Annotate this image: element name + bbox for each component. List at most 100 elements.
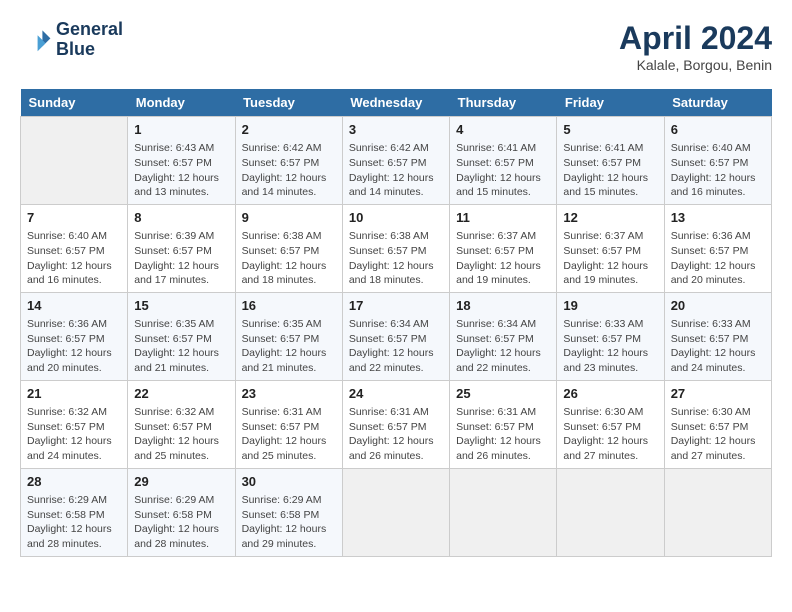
day-number: 12 — [563, 209, 657, 227]
day-info: Sunrise: 6:38 AM Sunset: 6:57 PM Dayligh… — [242, 229, 336, 288]
calendar-cell: 27Sunrise: 6:30 AM Sunset: 6:57 PM Dayli… — [664, 380, 771, 468]
calendar-cell: 20 Sunrise: 6:33 AM Sunset: 6:57 PM Dayli… — [664, 292, 771, 380]
calendar-cell: 11 Sunrise: 6:37 AM Sunset: 6:57 PM Dayli… — [450, 204, 557, 292]
day-info: Sunrise: 6:40 AM Sunset: 6:57 PM Dayligh… — [671, 141, 765, 200]
calendar-cell: 13 Sunrise: 6:36 AM Sunset: 6:57 PM Dayli… — [664, 204, 771, 292]
calendar-cell: 8 Sunrise: 6:39 AM Sunset: 6:57 PM Daylig… — [128, 204, 235, 292]
day-number: 15 — [134, 297, 228, 315]
calendar-cell: 4 Sunrise: 6:41 AM Sunset: 6:57 PM Daylig… — [450, 117, 557, 205]
day-info: Sunrise: 6:41 AM Sunset: 6:57 PM Dayligh… — [456, 141, 550, 200]
calendar-header-row: SundayMondayTuesdayWednesdayThursdayFrid… — [21, 89, 772, 117]
day-info: Sunrise: 6:37 AM Sunset: 6:57 PM Dayligh… — [456, 229, 550, 288]
day-number: 13 — [671, 209, 765, 227]
calendar-cell: 6 Sunrise: 6:40 AM Sunset: 6:57 PM Daylig… — [664, 117, 771, 205]
day-number: 21 — [27, 385, 121, 403]
day-number: 11 — [456, 209, 550, 227]
day-info: Sunrise: 6:33 AM Sunset: 6:57 PM Dayligh… — [563, 317, 657, 376]
day-number: 9 — [242, 209, 336, 227]
day-info: Sunrise: 6:29 AM Sunset: 6:58 PM Dayligh… — [27, 493, 121, 552]
day-info: Sunrise: 6:35 AM Sunset: 6:57 PM Dayligh… — [134, 317, 228, 376]
day-number: 6 — [671, 121, 765, 139]
calendar-cell: 15 Sunrise: 6:35 AM Sunset: 6:57 PM Dayli… — [128, 292, 235, 380]
day-number: 7 — [27, 209, 121, 227]
day-info: Sunrise: 6:32 AM Sunset: 6:57 PM Dayligh… — [134, 405, 228, 464]
day-info: Sunrise: 6:31 AM Sunset: 6:57 PM Dayligh… — [349, 405, 443, 464]
calendar-cell: 3 Sunrise: 6:42 AM Sunset: 6:57 PM Daylig… — [342, 117, 449, 205]
day-info: Sunrise: 6:29 AM Sunset: 6:58 PM Dayligh… — [134, 493, 228, 552]
calendar-cell — [557, 468, 664, 556]
calendar-cell — [664, 468, 771, 556]
calendar-cell — [21, 117, 128, 205]
calendar-week-5: 28 Sunrise: 6:29 AM Sunset: 6:58 PM Dayli… — [21, 468, 772, 556]
calendar-cell: 21 Sunrise: 6:32 AM Sunset: 6:57 PM Dayli… — [21, 380, 128, 468]
day-info: Sunrise: 6:40 AM Sunset: 6:57 PM Dayligh… — [27, 229, 121, 288]
day-info: Sunrise: 6:42 AM Sunset: 6:57 PM Dayligh… — [242, 141, 336, 200]
calendar-cell: 2 Sunrise: 6:42 AM Sunset: 6:57 PM Daylig… — [235, 117, 342, 205]
calendar-cell: 9 Sunrise: 6:38 AM Sunset: 6:57 PM Daylig… — [235, 204, 342, 292]
calendar-cell — [342, 468, 449, 556]
day-info: Sunrise: 6:41 AM Sunset: 6:57 PM Dayligh… — [563, 141, 657, 200]
logo-text: General Blue — [56, 20, 123, 60]
header-day-sunday: Sunday — [21, 89, 128, 117]
calendar-cell: 17 Sunrise: 6:34 AM Sunset: 6:57 PM Dayli… — [342, 292, 449, 380]
calendar-cell: 1Sunrise: 6:43 AM Sunset: 6:57 PM Daylig… — [128, 117, 235, 205]
calendar-cell: 23 Sunrise: 6:31 AM Sunset: 6:57 PM Dayli… — [235, 380, 342, 468]
day-number: 29 — [134, 473, 228, 491]
day-number: 17 — [349, 297, 443, 315]
calendar-week-4: 21 Sunrise: 6:32 AM Sunset: 6:57 PM Dayli… — [21, 380, 772, 468]
calendar-cell: 16 Sunrise: 6:35 AM Sunset: 6:57 PM Dayli… — [235, 292, 342, 380]
day-info: Sunrise: 6:36 AM Sunset: 6:57 PM Dayligh… — [27, 317, 121, 376]
header-day-friday: Friday — [557, 89, 664, 117]
day-number: 26 — [563, 385, 657, 403]
day-number: 22 — [134, 385, 228, 403]
calendar-cell: 12 Sunrise: 6:37 AM Sunset: 6:57 PM Dayli… — [557, 204, 664, 292]
day-info: Sunrise: 6:34 AM Sunset: 6:57 PM Dayligh… — [349, 317, 443, 376]
day-info: Sunrise: 6:39 AM Sunset: 6:57 PM Dayligh… — [134, 229, 228, 288]
day-number: 3 — [349, 121, 443, 139]
day-number: 4 — [456, 121, 550, 139]
calendar-cell: 5Sunrise: 6:41 AM Sunset: 6:57 PM Daylig… — [557, 117, 664, 205]
day-number: 8 — [134, 209, 228, 227]
calendar-cell: 18Sunrise: 6:34 AM Sunset: 6:57 PM Dayli… — [450, 292, 557, 380]
day-info: Sunrise: 6:31 AM Sunset: 6:57 PM Dayligh… — [456, 405, 550, 464]
month-year: April 2024 — [619, 20, 772, 57]
day-info: Sunrise: 6:34 AM Sunset: 6:57 PM Dayligh… — [456, 317, 550, 376]
day-number: 30 — [242, 473, 336, 491]
calendar-cell: 19Sunrise: 6:33 AM Sunset: 6:57 PM Dayli… — [557, 292, 664, 380]
day-number: 16 — [242, 297, 336, 315]
calendar-cell: 24Sunrise: 6:31 AM Sunset: 6:57 PM Dayli… — [342, 380, 449, 468]
calendar-table: SundayMondayTuesdayWednesdayThursdayFrid… — [20, 89, 772, 557]
day-number: 20 — [671, 297, 765, 315]
calendar-cell: 25Sunrise: 6:31 AM Sunset: 6:57 PM Dayli… — [450, 380, 557, 468]
day-info: Sunrise: 6:32 AM Sunset: 6:57 PM Dayligh… — [27, 405, 121, 464]
day-info: Sunrise: 6:31 AM Sunset: 6:57 PM Dayligh… — [242, 405, 336, 464]
day-info: Sunrise: 6:29 AM Sunset: 6:58 PM Dayligh… — [242, 493, 336, 552]
day-info: Sunrise: 6:33 AM Sunset: 6:57 PM Dayligh… — [671, 317, 765, 376]
day-info: Sunrise: 6:36 AM Sunset: 6:57 PM Dayligh… — [671, 229, 765, 288]
day-info: Sunrise: 6:35 AM Sunset: 6:57 PM Dayligh… — [242, 317, 336, 376]
header-day-wednesday: Wednesday — [342, 89, 449, 117]
calendar-body: 1Sunrise: 6:43 AM Sunset: 6:57 PM Daylig… — [21, 117, 772, 557]
calendar-week-1: 1Sunrise: 6:43 AM Sunset: 6:57 PM Daylig… — [21, 117, 772, 205]
location: Kalale, Borgou, Benin — [619, 57, 772, 73]
header-day-tuesday: Tuesday — [235, 89, 342, 117]
day-info: Sunrise: 6:37 AM Sunset: 6:57 PM Dayligh… — [563, 229, 657, 288]
day-number: 10 — [349, 209, 443, 227]
calendar-cell: 28 Sunrise: 6:29 AM Sunset: 6:58 PM Dayli… — [21, 468, 128, 556]
calendar-cell: 26 Sunrise: 6:30 AM Sunset: 6:57 PM Dayli… — [557, 380, 664, 468]
calendar-week-2: 7 Sunrise: 6:40 AM Sunset: 6:57 PM Daylig… — [21, 204, 772, 292]
day-number: 1 — [134, 121, 228, 139]
calendar-cell: 30 Sunrise: 6:29 AM Sunset: 6:58 PM Dayli… — [235, 468, 342, 556]
day-info: Sunrise: 6:42 AM Sunset: 6:57 PM Dayligh… — [349, 141, 443, 200]
header-day-thursday: Thursday — [450, 89, 557, 117]
calendar-cell: 10 Sunrise: 6:38 AM Sunset: 6:57 PM Dayli… — [342, 204, 449, 292]
day-number: 2 — [242, 121, 336, 139]
day-number: 28 — [27, 473, 121, 491]
day-info: Sunrise: 6:30 AM Sunset: 6:57 PM Dayligh… — [563, 405, 657, 464]
calendar-cell: 14Sunrise: 6:36 AM Sunset: 6:57 PM Dayli… — [21, 292, 128, 380]
header-day-monday: Monday — [128, 89, 235, 117]
day-number: 23 — [242, 385, 336, 403]
day-info: Sunrise: 6:38 AM Sunset: 6:57 PM Dayligh… — [349, 229, 443, 288]
calendar-cell — [450, 468, 557, 556]
calendar-cell: 7 Sunrise: 6:40 AM Sunset: 6:57 PM Daylig… — [21, 204, 128, 292]
